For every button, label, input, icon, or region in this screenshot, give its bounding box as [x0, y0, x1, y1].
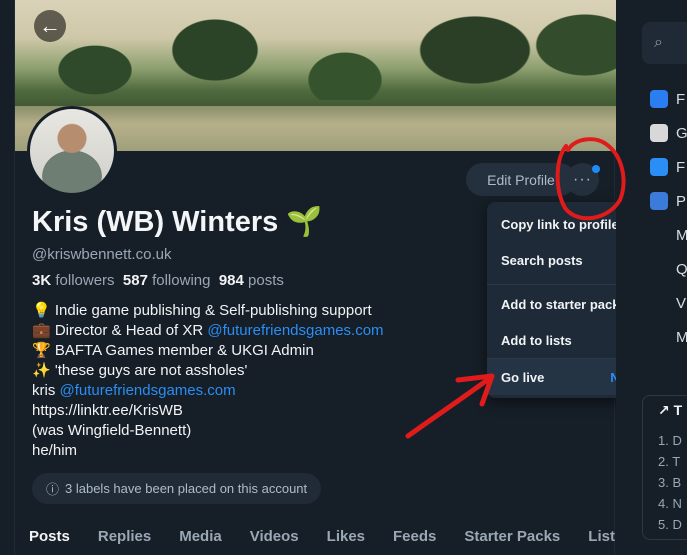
feed-icon: [650, 226, 668, 244]
profile-bio: 💡 Indie game publishing & Self-publishin…: [32, 301, 384, 461]
tab-posts[interactable]: Posts: [15, 520, 84, 555]
feed-item[interactable]: Q: [650, 258, 687, 280]
feed-item[interactable]: F: [650, 156, 685, 178]
bio-line: kris @futurefriendsgames.com: [32, 381, 384, 401]
feed-label: M: [676, 226, 687, 244]
bio-mention-link[interactable]: @futurefriendsgames.com: [207, 322, 383, 339]
tab-starter-packs[interactable]: Starter Packs: [450, 520, 574, 555]
feed-icon: [650, 260, 668, 278]
posts-count: 984: [218, 272, 244, 289]
menu-item-label: Copy link to profile: [501, 216, 619, 232]
feed-label: G: [676, 124, 687, 142]
menu-item-label: Go live: [501, 369, 545, 385]
following-count[interactable]: 587: [123, 272, 148, 289]
trending-item[interactable]: 3. B: [658, 475, 681, 490]
feed-item[interactable]: M: [650, 326, 687, 348]
bio-line: 🏆 BAFTA Games member & UKGI Admin: [32, 342, 314, 359]
trending-title: ↗ T: [658, 402, 682, 419]
feed-icon: [650, 90, 668, 108]
feed-icon: [650, 124, 668, 142]
bio-line: he/him: [32, 442, 78, 459]
profile-tabs: Posts Replies Media Videos Likes Feeds S…: [15, 520, 616, 555]
avatar[interactable]: [27, 106, 117, 196]
menu-item-label: Search posts: [501, 252, 583, 268]
tab-replies[interactable]: Replies: [84, 520, 165, 555]
bio-mention-link[interactable]: @futurefriendsgames.com: [60, 382, 236, 399]
info-icon: ⓘ: [46, 482, 60, 497]
menu-item-label: Add to lists: [501, 332, 572, 348]
feed-icon: [650, 328, 668, 346]
back-button[interactable]: ←: [34, 10, 66, 42]
feed-item[interactable]: M: [650, 224, 687, 246]
new-indicator-dot: [592, 165, 600, 173]
tab-media[interactable]: Media: [165, 520, 236, 555]
trending-item[interactable]: 5. D: [658, 517, 682, 532]
bio-line: (was Wingfield-Bennett): [32, 422, 192, 439]
bio-text: kris: [32, 382, 60, 399]
trending-item[interactable]: 1. D: [658, 433, 682, 448]
bio-line: 💡 Indie game publishing & Self-publishin…: [32, 302, 372, 319]
back-arrow-icon: ←: [39, 13, 61, 38]
trending-item[interactable]: 2. T: [658, 454, 680, 469]
feed-label: P: [676, 192, 687, 210]
trending-icon: ↗: [658, 402, 674, 418]
trending-item[interactable]: 4. N: [658, 496, 682, 511]
posts-label: posts: [248, 272, 284, 289]
feed-icon: [650, 158, 668, 176]
tab-feeds[interactable]: Feeds: [379, 520, 450, 555]
feed-label: Q: [676, 260, 687, 278]
feed-label: F: [676, 158, 686, 176]
tab-likes[interactable]: Likes: [313, 520, 379, 555]
banner-trees: [15, 10, 616, 100]
feed-label: F: [676, 90, 686, 108]
feed-label: V: [676, 294, 687, 312]
feed-item[interactable]: V: [650, 292, 686, 314]
feed-item[interactable]: F: [650, 88, 685, 110]
bio-url[interactable]: https://linktr.ee/KrisWB: [32, 401, 384, 421]
feed-item[interactable]: G: [650, 122, 687, 144]
profile-stats: 3K followers 587 following 984 posts: [32, 272, 284, 289]
search-icon: ⌕: [654, 34, 663, 51]
labels-notice-text: 3 labels have been placed on this accoun…: [65, 481, 308, 496]
bio-text: 💼 Director & Head of XR: [32, 322, 208, 339]
menu-item-label: Add to starter packs: [501, 296, 627, 312]
labels-notice-button[interactable]: ⓘ 3 labels have been placed on this acco…: [32, 473, 322, 504]
ellipsis-icon: ···: [573, 170, 592, 188]
handle: @kriswbennett.co.uk: [32, 246, 172, 263]
right-sidebar: ⌕ F G F P M Q V M ↗ T 1. D 2. T 3. B 4. …: [616, 0, 687, 555]
search-input[interactable]: ⌕: [642, 22, 687, 64]
feed-icon: [650, 294, 668, 312]
followers-label[interactable]: followers: [55, 272, 114, 289]
tab-videos[interactable]: Videos: [236, 520, 313, 555]
feed-label: M: [676, 328, 687, 346]
trending-title-text: T: [673, 402, 683, 418]
feed-icon: [650, 192, 668, 210]
display-name: Kris (WB) Winters 🌱: [32, 206, 323, 238]
edit-profile-button[interactable]: Edit Profile: [466, 163, 576, 196]
followers-count[interactable]: 3K: [32, 272, 51, 289]
following-label[interactable]: following: [152, 272, 210, 289]
bio-line: 💼 Director & Head of XR @futurefriendsga…: [32, 321, 384, 341]
bio-line: ✨ 'these guys are not assholes': [32, 362, 248, 379]
feed-item[interactable]: P: [650, 190, 686, 212]
